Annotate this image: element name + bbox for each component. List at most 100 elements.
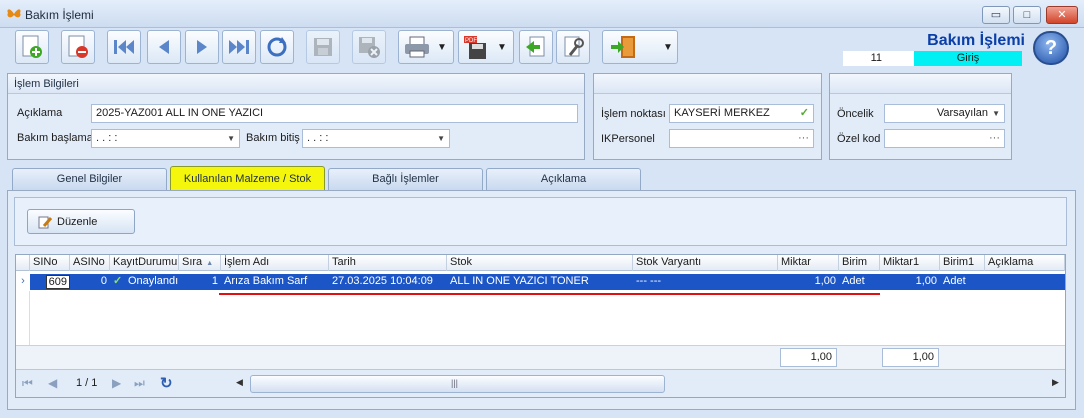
butterfly-icon	[7, 9, 21, 18]
col-header-stok[interactable]: Stok	[447, 255, 633, 271]
location-panel-title	[594, 74, 821, 94]
chevron-down-icon: ▼	[227, 134, 235, 143]
cell-miktar1: 1,00	[915, 275, 937, 287]
delete-button[interactable]	[61, 30, 95, 64]
export-pdf-icon: PDF	[464, 36, 486, 59]
col-header-sira[interactable]: Sıra ▲	[179, 255, 221, 271]
cell-aciklama	[985, 274, 1065, 289]
tab-genel-bilgiler[interactable]: Genel Bilgiler	[12, 168, 167, 190]
ellipsis-icon[interactable]: ···	[989, 130, 1000, 147]
tab-kullanilan-malzeme[interactable]: Kullanılan Malzeme / Stok	[170, 166, 325, 192]
col-header-sino[interactable]: SINo	[30, 255, 70, 271]
next-record-button[interactable]	[185, 30, 219, 64]
cell-birim: Adet	[842, 275, 865, 287]
save-close-icon	[359, 37, 380, 58]
oncelik-select[interactable]: Varsayılan ▼	[884, 104, 1005, 123]
grip-icon: |||	[451, 378, 459, 388]
last-page-icon[interactable]: ⏭	[134, 376, 145, 391]
islem-noktasi-value: KAYSERİ MERKEZ	[674, 107, 770, 119]
exit-icon	[611, 36, 635, 58]
col-header-birim[interactable]: Birim	[839, 255, 880, 271]
help-button[interactable]: ?	[1033, 31, 1069, 65]
islem-noktasi-input[interactable]: KAYSERİ MERKEZ ✓	[669, 104, 814, 123]
first-record-button[interactable]	[107, 30, 141, 64]
exit-button[interactable]: ▼	[602, 30, 678, 64]
tab-aciklama[interactable]: Açıklama	[486, 168, 641, 190]
col-header-aciklama[interactable]: Açıklama	[985, 255, 1065, 271]
save-close-button[interactable]	[352, 30, 386, 64]
horizontal-scrollbar-thumb[interactable]: |||	[250, 375, 665, 393]
status-badge: Giriş	[914, 51, 1022, 66]
cell-stok: ALL IN ONE YAZICI TONER	[450, 275, 589, 287]
grid-footer: 1,00 1,00	[16, 345, 1065, 369]
ikpersonel-input[interactable]: ···	[669, 129, 814, 148]
bakim-baslama-label: Bakım başlama	[17, 132, 93, 144]
refresh-icon[interactable]: ↻	[160, 374, 173, 392]
grid-pager: ⏮ ◀ 1 / 1 ▶ ⏭ ↻ ◀ ||| ▶	[16, 369, 1065, 397]
col-header-miktar1[interactable]: Miktar1	[880, 255, 940, 271]
sort-ascending-icon: ▲	[206, 260, 214, 267]
material-grid: SINo ASINo KayıtDurumu Sıra ▲ İşlem Adı T…	[15, 254, 1066, 398]
last-record-button[interactable]	[222, 30, 256, 64]
save-icon	[314, 38, 332, 56]
col-header-miktar[interactable]: Miktar	[778, 255, 839, 271]
ozel-kod-input[interactable]: ···	[884, 129, 1005, 148]
miktar1-total: 1,00	[882, 348, 939, 367]
cell-birim1: Adet	[943, 275, 966, 287]
next-page-icon[interactable]: ▶	[112, 376, 121, 390]
maximize-button[interactable]: □	[1013, 6, 1041, 24]
window-titlebar	[0, 0, 1084, 28]
col-header-birim1[interactable]: Birim1	[940, 255, 985, 271]
cell-islem-adi: Arıza Bakım Sarf	[224, 275, 308, 287]
bakim-bitis-label: Bakım bitiş	[246, 132, 300, 144]
first-page-icon[interactable]: ⏮	[22, 376, 33, 391]
chevron-down-icon: ▼	[663, 41, 673, 53]
cell-sira: 1	[211, 275, 218, 287]
delete-icon	[68, 35, 88, 58]
chevron-down-icon: ▼	[437, 41, 447, 53]
bakim-bitis-input[interactable]: . . : : ▼	[302, 129, 450, 148]
close-button[interactable]: ✕	[1046, 6, 1078, 24]
aciklama-label: Açıklama	[17, 107, 63, 119]
previous-record-button[interactable]	[147, 30, 181, 64]
bakim-baslama-input[interactable]: . . : : ▼	[91, 129, 240, 148]
import-button[interactable]	[519, 30, 553, 64]
cell-sino[interactable]: 609	[46, 275, 70, 289]
page-indicator: 1 / 1	[76, 377, 98, 389]
col-header-tarih[interactable]: Tarih	[329, 255, 447, 271]
tab-bagli-islemler[interactable]: Bağlı İşlemler	[328, 168, 483, 190]
col-header-asino[interactable]: ASINo	[70, 255, 110, 271]
new-icon	[22, 35, 42, 58]
new-button[interactable]	[15, 30, 49, 64]
save-button[interactable]	[306, 30, 340, 64]
scroll-right-icon[interactable]: ▶	[1052, 377, 1059, 388]
table-row[interactable]: › 609 0 ✓ Onaylandı 1 Arıza Bakım Sarf 2…	[16, 274, 1065, 290]
tools-button[interactable]	[556, 30, 590, 64]
islem-noktasi-label: İşlem noktası	[601, 108, 666, 120]
red-underline-annotation	[219, 293, 880, 295]
export-pdf-button[interactable]: PDF ▼	[458, 30, 514, 64]
bakim-bitis-value: . . : :	[307, 132, 329, 144]
oncelik-value: Varsayılan	[936, 107, 988, 119]
next-record-icon	[197, 40, 207, 54]
ikpersonel-label: IKPersonel	[601, 133, 655, 145]
refresh-button[interactable]	[260, 30, 294, 64]
print-button[interactable]: ▼	[398, 30, 454, 64]
scroll-left-icon[interactable]: ◀	[236, 377, 243, 388]
cell-asino: 0	[100, 275, 107, 287]
row-indicator-header	[16, 255, 30, 271]
ellipsis-icon[interactable]: ···	[798, 130, 809, 147]
col-header-stok-varyanti[interactable]: Stok Varyantı	[633, 255, 778, 271]
window-title: Bakım İşlemi	[25, 8, 94, 22]
minimize-button[interactable]: ▭	[982, 6, 1010, 24]
check-icon: ✓	[799, 107, 809, 119]
duzenle-button[interactable]: Düzenle	[27, 209, 135, 234]
col-header-kayitdurumu[interactable]: KayıtDurumu	[110, 255, 179, 271]
chevron-down-icon: ▼	[437, 134, 445, 143]
col-header-islem-adi[interactable]: İşlem Adı	[221, 255, 329, 271]
refresh-icon	[267, 37, 287, 57]
chevron-down-icon: ▼	[497, 41, 507, 53]
previous-page-icon[interactable]: ◀	[48, 376, 57, 390]
aciklama-input[interactable]: 2025-YAZ001 ALL IN ONE YAZICI	[91, 104, 578, 123]
last-record-icon	[229, 40, 249, 54]
